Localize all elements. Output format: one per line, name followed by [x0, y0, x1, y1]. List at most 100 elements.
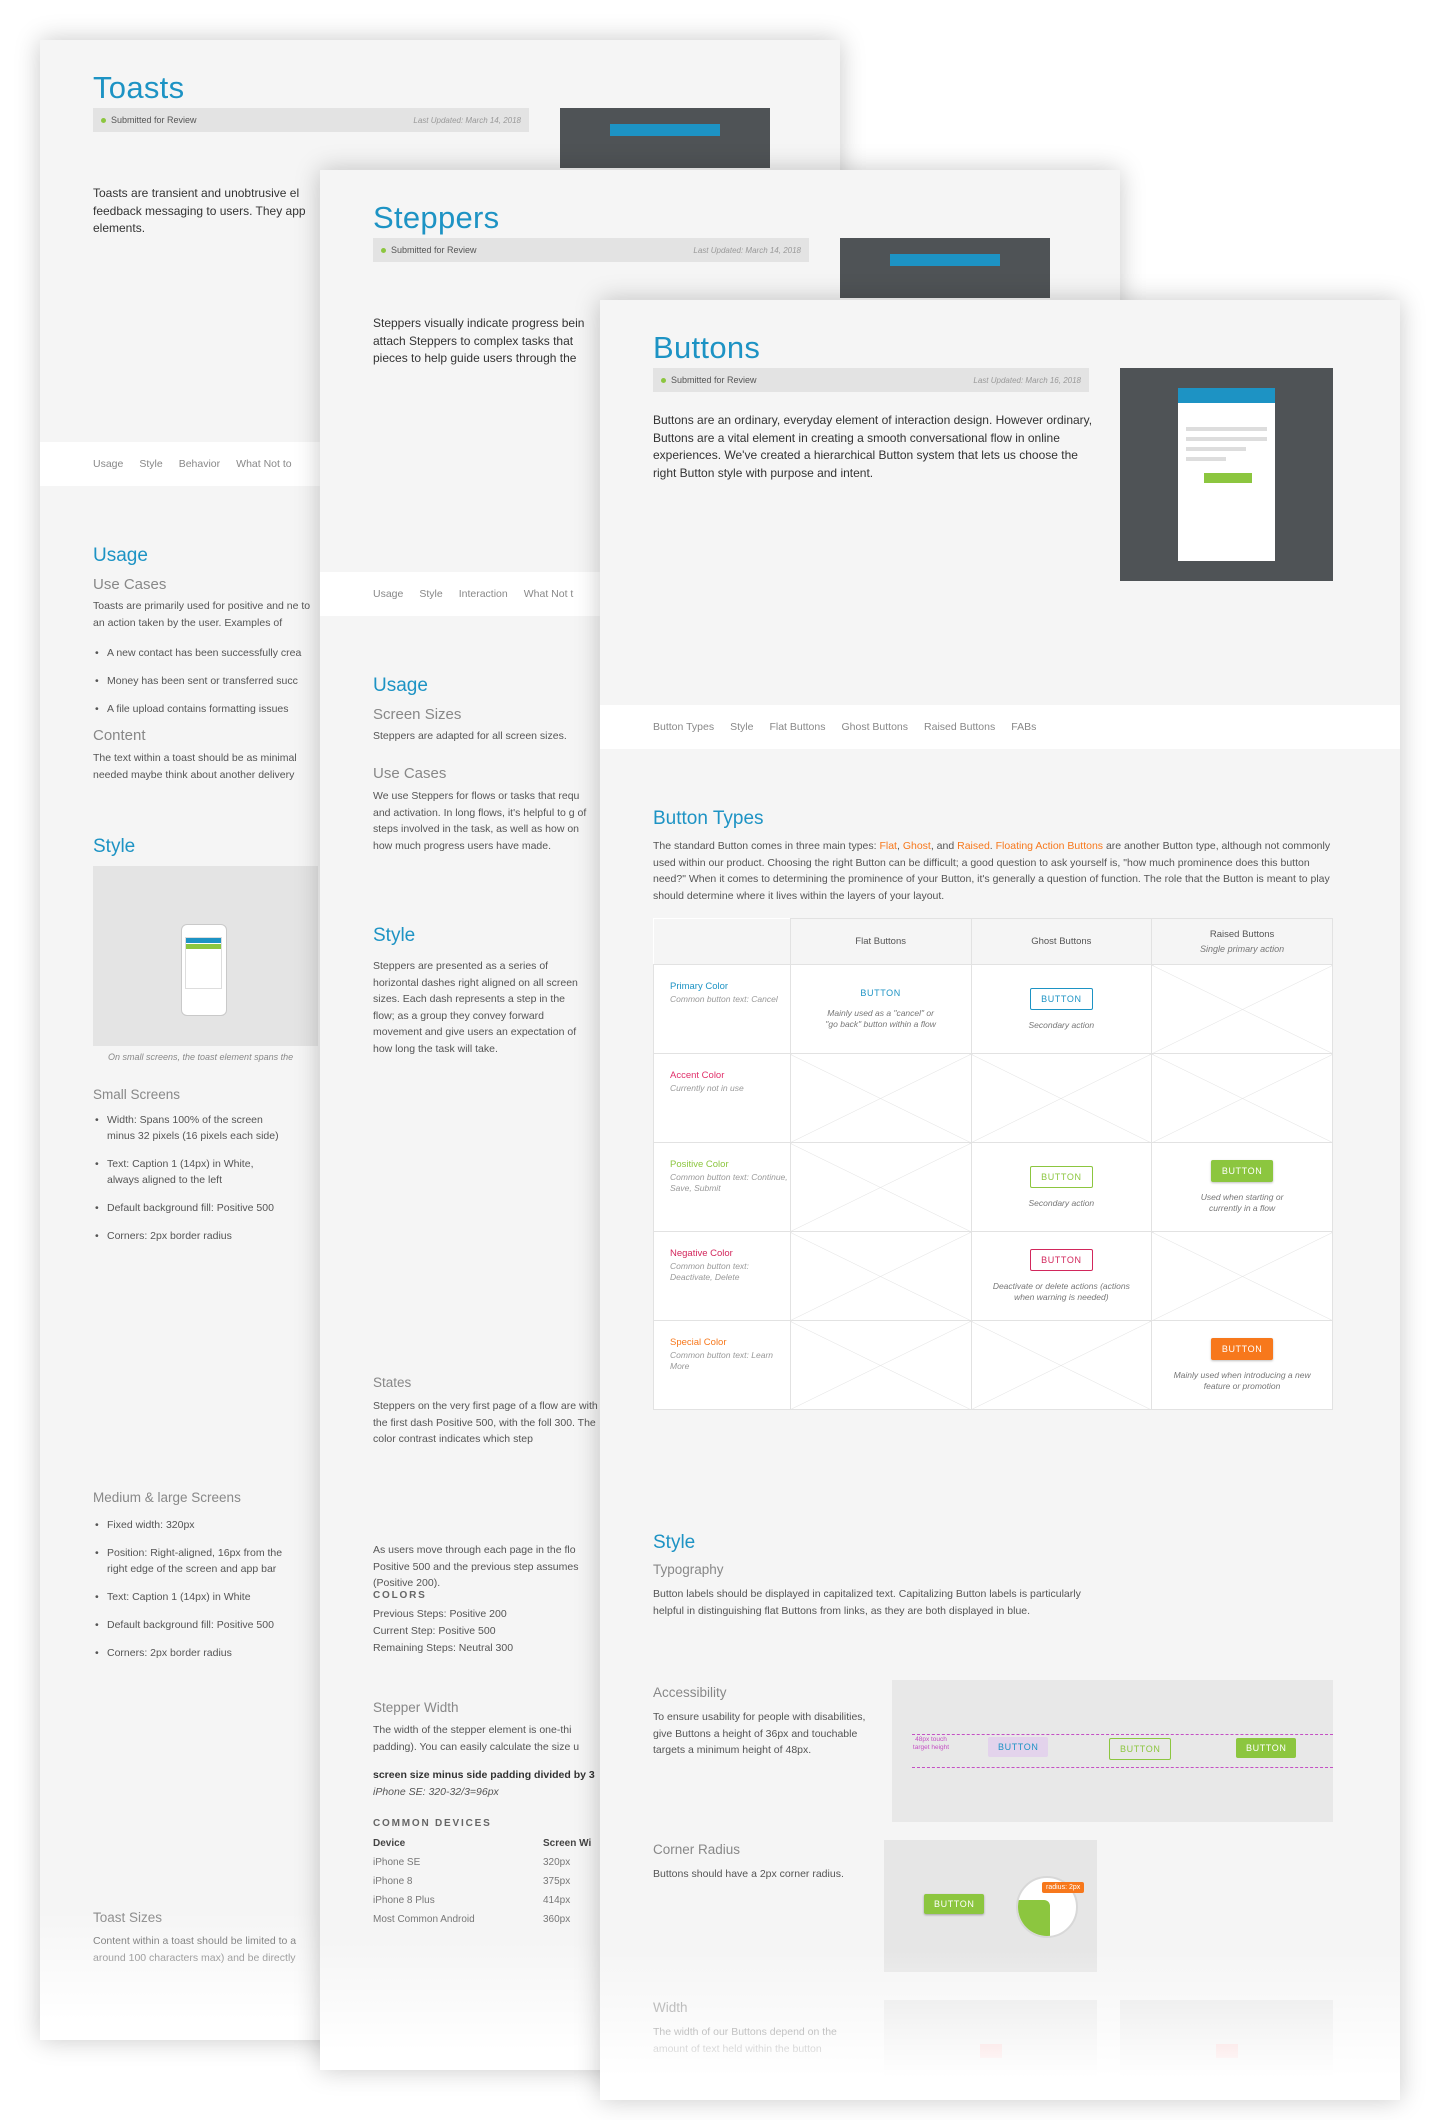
table-row: Accent Color Currently not in use — [653, 1053, 1333, 1143]
col-title: Raised Buttons — [1209, 929, 1275, 940]
row-note: Common button text: Cancel — [670, 994, 778, 1004]
list-item: Default background fill: Positive 500 — [93, 1200, 283, 1216]
table-row: Primary Color Common button text: Cancel … — [653, 964, 1333, 1054]
width-body: The width of our Buttons depend on the a… — [653, 2026, 837, 2055]
row-label-positive: Positive Color Common button text: Contin… — [653, 1142, 791, 1232]
table-row: iPhone 8 375px — [373, 1872, 603, 1891]
nav-link-interaction[interactable]: Interaction — [459, 588, 508, 600]
nav-link-what-not-to[interactable]: What Not t — [524, 588, 574, 600]
colors-title: COLORS — [373, 1590, 427, 1601]
table-header: Device Screen Wi — [373, 1838, 603, 1849]
mockup-line — [1186, 447, 1246, 451]
use-cases-body: Toasts are primarily used for positive a… — [93, 600, 311, 629]
link-fab[interactable]: Floating Action Buttons — [996, 840, 1103, 852]
link-raised[interactable]: Raised — [957, 840, 990, 852]
device-name: iPhone 8 Plus — [373, 1895, 435, 1906]
table-row: Positive Color Common button text: Contin… — [653, 1142, 1333, 1232]
ghost-button-negative[interactable]: BUTTON — [1030, 1249, 1093, 1271]
status-text: Submitted for Review — [671, 375, 757, 385]
raised-button-special[interactable]: BUTTON — [1210, 1338, 1274, 1360]
toast-blue-bar — [186, 938, 221, 943]
intro-text: Steppers visually indicate progress bein… — [373, 316, 585, 365]
link-ghost[interactable]: Ghost — [903, 840, 931, 852]
raised-button-positive[interactable]: BUTTON — [1210, 1160, 1274, 1182]
button-matrix: Flat Buttons Ghost Buttons Raised Button… — [653, 918, 1333, 1410]
nav-link-style[interactable]: Style — [419, 588, 442, 600]
cell-empty — [1151, 964, 1333, 1054]
phone-frame — [181, 924, 227, 1016]
flat-button-primary[interactable]: BUTTON — [860, 988, 900, 998]
color-previous: Previous Steps: Positive 200 — [373, 1608, 507, 1620]
hero-preview — [840, 238, 1050, 298]
device-width: 375px — [543, 1876, 571, 1887]
last-updated: Last Updated: March 14, 2018 — [413, 115, 521, 125]
ghost-button-sample[interactable]: BUTTON — [1109, 1738, 1172, 1760]
link-flat[interactable]: Flat — [879, 840, 897, 852]
typography-title: Typography — [653, 1562, 724, 1577]
mockup-line — [1186, 437, 1267, 441]
status-text: Submitted for Review — [391, 245, 477, 255]
cell-note: Used when starting or currently in a flo… — [1200, 1192, 1284, 1213]
illustration-caption: On small screens, the toast element span… — [108, 1052, 294, 1062]
corner-radius-illustration: BUTTON radius: 2px — [884, 1840, 1097, 1972]
cell-note: Mainly used when introducing a new featu… — [1173, 1370, 1311, 1391]
body-text: The standard Button comes in three main … — [653, 840, 880, 852]
usage-heading: Usage — [373, 675, 428, 696]
nav-link-fabs[interactable]: FABs — [1011, 721, 1036, 733]
cell-positive-ghost: BUTTON Secondary action — [970, 1142, 1153, 1232]
nav-link-ghost-buttons[interactable]: Ghost Buttons — [841, 721, 908, 733]
corner-radius-body: Buttons should have a 2px corner radius. — [653, 1868, 844, 1880]
cell-note: Deactivate or delete actions (actions wh… — [992, 1281, 1130, 1302]
ghost-button-primary[interactable]: BUTTON — [1030, 987, 1093, 1010]
nav-link-style[interactable]: Style — [730, 721, 753, 733]
corner-cell — [653, 918, 791, 965]
touch-guide-bottom — [912, 1767, 1333, 1768]
col-raised-buttons: Raised Buttons Single primary action — [1151, 918, 1333, 965]
col-title: Flat Buttons — [855, 936, 906, 947]
list-item: A file upload contains formatting issues — [93, 701, 318, 717]
nav-link-what-not-to[interactable]: What Not to — [236, 458, 291, 470]
list-item: A new contact has been successfully crea — [93, 645, 318, 661]
row-name: Primary Color — [670, 981, 729, 992]
raised-button-sample[interactable]: BUTTON — [924, 1894, 985, 1914]
page-title: Steppers — [373, 200, 500, 235]
use-cases-body: We use Steppers for flows or tasks that … — [373, 790, 587, 852]
use-cases-title: Use Cases — [93, 576, 167, 593]
radius-label: radius: 2px — [1042, 1882, 1085, 1893]
use-cases-title: Use Cases — [373, 765, 447, 782]
row-note: Common button text: Deactivate, Delete — [670, 1261, 749, 1282]
col-flat-buttons: Flat Buttons — [789, 918, 972, 965]
cell-negative-ghost: BUTTON Deactivate or delete actions (acti… — [970, 1231, 1153, 1321]
style-heading: Style — [653, 1532, 696, 1553]
raised-button-sample[interactable]: BUTTON — [1236, 1738, 1297, 1758]
nav-link-style[interactable]: Style — [139, 458, 162, 470]
use-cases-list: A new contact has been successfully crea… — [93, 645, 318, 729]
small-screens-title: Small Screens — [93, 1087, 181, 1102]
body-text: , and — [930, 840, 958, 852]
width-illustration-b — [1120, 2000, 1333, 2100]
medium-screens-list: Fixed width: 320px Position: Right-align… — [93, 1517, 283, 1673]
flat-button-sample[interactable]: BUTTON — [988, 1737, 1049, 1757]
device-name: iPhone 8 — [373, 1876, 413, 1887]
cell-positive-raised: BUTTON Used when starting or currently in… — [1151, 1142, 1333, 1232]
cell-empty — [1151, 1231, 1333, 1321]
list-item: Text: Caption 1 (14px) in White — [93, 1589, 283, 1605]
cell-empty — [789, 1053, 972, 1143]
accessibility-illustration: 48px touch target height BUTTON BUTTON B… — [892, 1680, 1333, 1822]
ghost-button-positive[interactable]: BUTTON — [1030, 1165, 1093, 1188]
width-illustration-a — [884, 2000, 1097, 2100]
nav-link-flat-buttons[interactable]: Flat Buttons — [769, 721, 825, 733]
nav-link-usage[interactable]: Usage — [373, 588, 403, 600]
small-screen-illustration — [93, 866, 318, 1046]
row-label-negative: Negative Color Common button text: Deacti… — [653, 1231, 791, 1321]
nav-link-button-types[interactable]: Button Types — [653, 721, 714, 733]
nav-link-usage[interactable]: Usage — [93, 458, 123, 470]
nav-link-behavior[interactable]: Behavior — [179, 458, 220, 470]
cell-empty — [970, 1053, 1153, 1143]
cell-note: Secondary action — [1028, 1197, 1095, 1208]
nav-link-raised-buttons[interactable]: Raised Buttons — [924, 721, 995, 733]
row-label-accent: Accent Color Currently not in use — [653, 1053, 791, 1143]
row-label-primary: Primary Color Common button text: Cancel — [653, 964, 791, 1054]
padding-marker — [1216, 2044, 1238, 2058]
list-item: Width: Spans 100% of the screen minus 32… — [93, 1112, 283, 1144]
